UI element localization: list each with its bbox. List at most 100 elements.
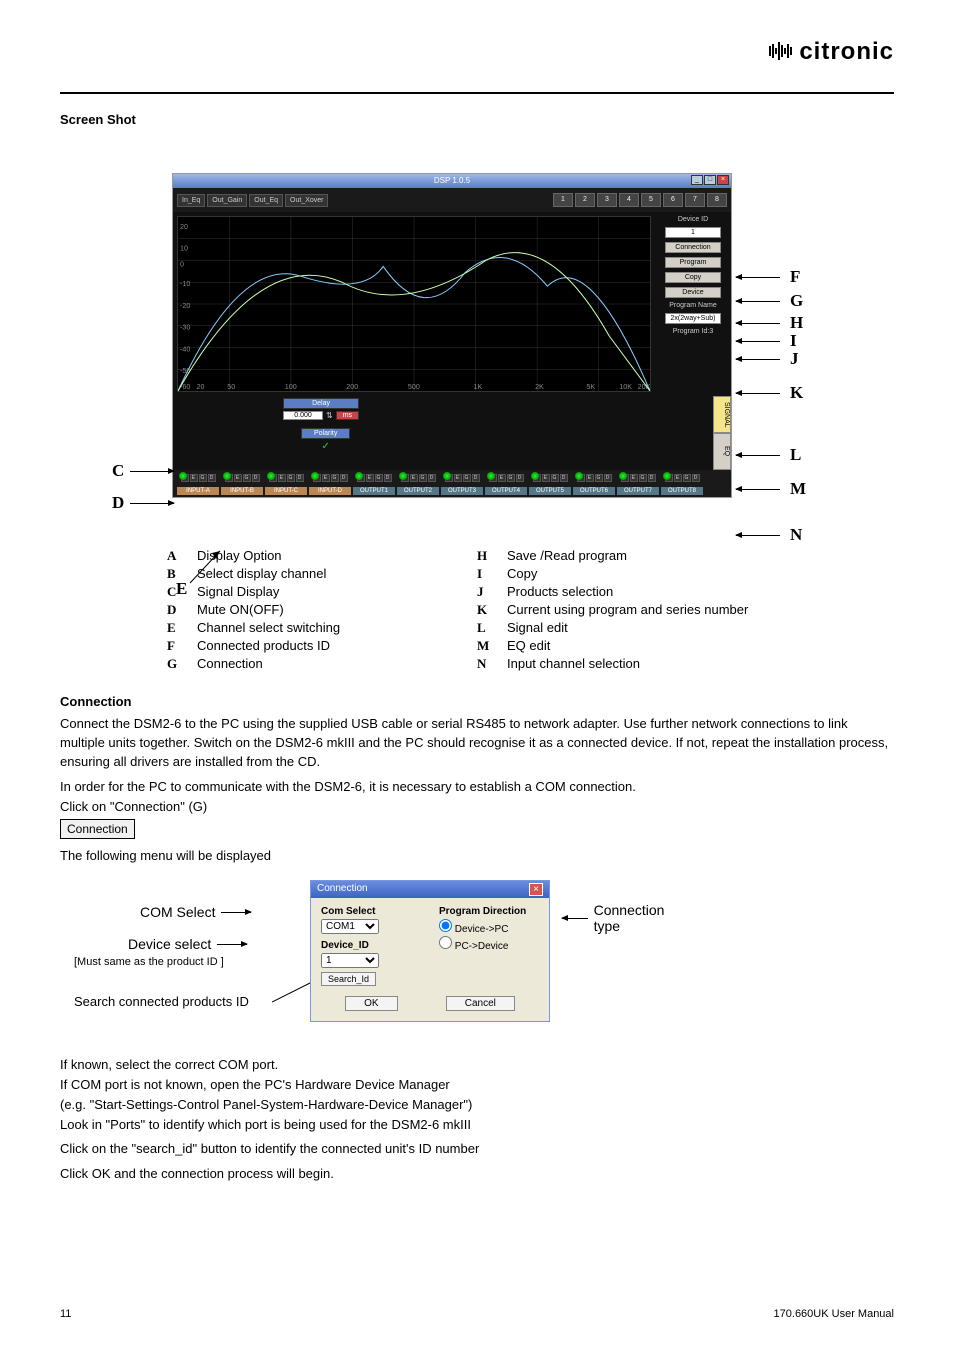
connection-button-sample[interactable]: Connection — [60, 819, 135, 839]
delay-value[interactable] — [283, 411, 323, 420]
side-panel: Device ID 1 Connection Program Copy Devi… — [655, 212, 731, 396]
program-button[interactable]: Program — [665, 257, 721, 268]
copy-button[interactable]: Copy — [665, 272, 721, 283]
svg-text:20: 20 — [196, 384, 204, 391]
close-icon[interactable]: × — [529, 883, 543, 896]
brand-text: citronic — [799, 38, 894, 65]
legend-item: Input channel selection — [507, 656, 640, 672]
connection-p4: The following menu will be displayed — [60, 847, 894, 866]
legend-item: EQ edit — [507, 638, 550, 654]
legend-item: Channel select switching — [197, 620, 340, 636]
channel-btn[interactable]: 5 — [641, 193, 661, 207]
channel-strip: IEGDINPUT-A IEGDINPUT-B IEGDINPUT-C IEGD… — [173, 470, 731, 497]
window-buttons: _ □ × — [691, 175, 729, 185]
channel-module[interactable]: IEGDINPUT-A — [177, 474, 219, 495]
pointer-N: N — [736, 525, 802, 545]
channel-module[interactable]: IEGDOUTPUT6 — [573, 474, 615, 495]
connection-p7: (e.g. "Start-Settings-Control Panel-Syst… — [60, 1096, 894, 1115]
channel-module[interactable]: IEGDOUTPUT7 — [617, 474, 659, 495]
channel-btn[interactable]: 7 — [685, 193, 705, 207]
connection-button[interactable]: Connection — [665, 242, 721, 253]
svg-text:-40: -40 — [180, 347, 190, 354]
right-tabs: SIGNAL EQ — [713, 396, 731, 470]
legend: ADisplay Option BSelect display channel … — [167, 506, 787, 674]
channel-btn[interactable]: 2 — [575, 193, 595, 207]
polarity-label: Polarity — [301, 428, 350, 439]
connection-p10: Click OK and the connection process will… — [60, 1165, 894, 1184]
dsp-title: DSP 1.0.5 — [434, 176, 470, 185]
connection-heading: Connection — [60, 694, 894, 709]
channel-btn[interactable]: 8 — [707, 193, 727, 207]
legend-item: Connected products ID — [197, 638, 330, 654]
legend-item: Mute ON(OFF) — [197, 602, 284, 618]
device-button[interactable]: Device — [665, 287, 721, 298]
svg-text:10: 10 — [180, 246, 188, 253]
eq-tab[interactable]: EQ — [713, 433, 731, 470]
program-name-value: 2x(2way+Sub) — [665, 313, 721, 324]
pointer-K: K — [736, 383, 803, 403]
maximize-icon[interactable]: □ — [704, 175, 716, 185]
search-id-button[interactable]: Search_Id — [321, 972, 376, 986]
page-number: 11 — [60, 1308, 71, 1320]
channel-module[interactable]: IEGDOUTPUT8 — [661, 474, 703, 495]
pointer-J: J — [736, 349, 799, 369]
dialog-titlebar: Connection × — [311, 881, 549, 898]
dir-pc-device-radio[interactable] — [439, 936, 452, 949]
channel-btn[interactable]: 3 — [597, 193, 617, 207]
svg-text:200: 200 — [346, 384, 358, 391]
svg-text:500: 500 — [408, 384, 420, 391]
eq-graph: 20 10 0 -10 -20 -30 -40 -50 -60 20 50 10… — [177, 216, 651, 392]
close-icon[interactable]: × — [717, 175, 729, 185]
toolbar-btn[interactable]: Out_Eq — [249, 194, 283, 207]
toolbar-btn[interactable]: Out_Gain — [207, 194, 247, 207]
polarity-value[interactable]: ✓ — [301, 441, 350, 452]
program-id-label: Program Id:3 — [673, 328, 713, 335]
delay-unit[interactable]: ms — [336, 411, 359, 420]
cancel-button[interactable]: Cancel — [446, 996, 515, 1011]
dsp-body: 20 10 0 -10 -20 -30 -40 -50 -60 20 50 10… — [173, 212, 731, 396]
channel-btn[interactable]: 4 — [619, 193, 639, 207]
dsp-titlebar: DSP 1.0.5 _ □ × — [173, 174, 731, 188]
legend-item: Copy — [507, 566, 537, 582]
pointer-H: H — [736, 313, 803, 333]
channel-module[interactable]: IEGDINPUT-C — [265, 474, 307, 495]
channel-btn[interactable]: 1 — [553, 193, 573, 207]
channel-module[interactable]: IEGDOUTPUT1 — [353, 474, 395, 495]
connection-p8: Look in "Ports" to identify which port i… — [60, 1116, 894, 1135]
device-select-label: Device select — [128, 936, 247, 952]
toolbar-btn[interactable]: Out_Xover — [285, 194, 328, 207]
channel-module[interactable]: IEGDINPUT-D — [309, 474, 351, 495]
pointer-E-arrow — [188, 545, 228, 585]
channel-btn[interactable]: 6 — [663, 193, 683, 207]
screenshot-heading: Screen Shot — [60, 112, 894, 127]
channel-module[interactable]: IEGDINPUT-B — [221, 474, 263, 495]
connection-dialog: Connection × Com Select COM1 Device_ID 1… — [310, 880, 550, 1022]
header-rule — [60, 92, 894, 94]
pointer-M: M — [736, 479, 806, 499]
svg-text:-10: -10 — [180, 281, 190, 288]
channel-module[interactable]: IEGDOUTPUT2 — [397, 474, 439, 495]
channel-module[interactable]: IEGDOUTPUT3 — [441, 474, 483, 495]
connection-p3: Click on "Connection" (G) — [60, 798, 894, 817]
pointer-L: L — [736, 445, 801, 465]
ok-button[interactable]: OK — [345, 996, 397, 1011]
pointer-D: D — [112, 493, 174, 513]
minimize-icon[interactable]: _ — [691, 175, 703, 185]
signal-tab[interactable]: SIGNAL — [713, 396, 731, 433]
legend-item: Products selection — [507, 584, 613, 600]
brand-icon — [769, 39, 795, 67]
com-select-dropdown[interactable]: COM1 — [321, 919, 379, 934]
dir-device-pc-radio[interactable] — [439, 919, 452, 932]
delay-box: Delay ⇅ ms — [283, 398, 359, 420]
device-id-field-label: Device_ID — [321, 940, 421, 951]
channel-module[interactable]: IEGDOUTPUT4 — [485, 474, 527, 495]
search-label: Search connected products ID — [74, 994, 249, 1009]
toolbar-btn[interactable]: In_Eq — [177, 194, 205, 207]
svg-text:100: 100 — [285, 384, 297, 391]
channel-module[interactable]: IEGDOUTPUT5 — [529, 474, 571, 495]
connection-dialog-figure: COM Select Device select [Must same as t… — [60, 874, 680, 1050]
screenshot-figure: A B DSP 1.0.5 _ □ × In_Eq Out_Gain Out_E… — [112, 173, 842, 674]
device-id-dropdown[interactable]: 1 — [321, 953, 379, 968]
svg-text:0: 0 — [180, 262, 184, 269]
page-footer: 11 170.660UK User Manual — [60, 1308, 894, 1320]
